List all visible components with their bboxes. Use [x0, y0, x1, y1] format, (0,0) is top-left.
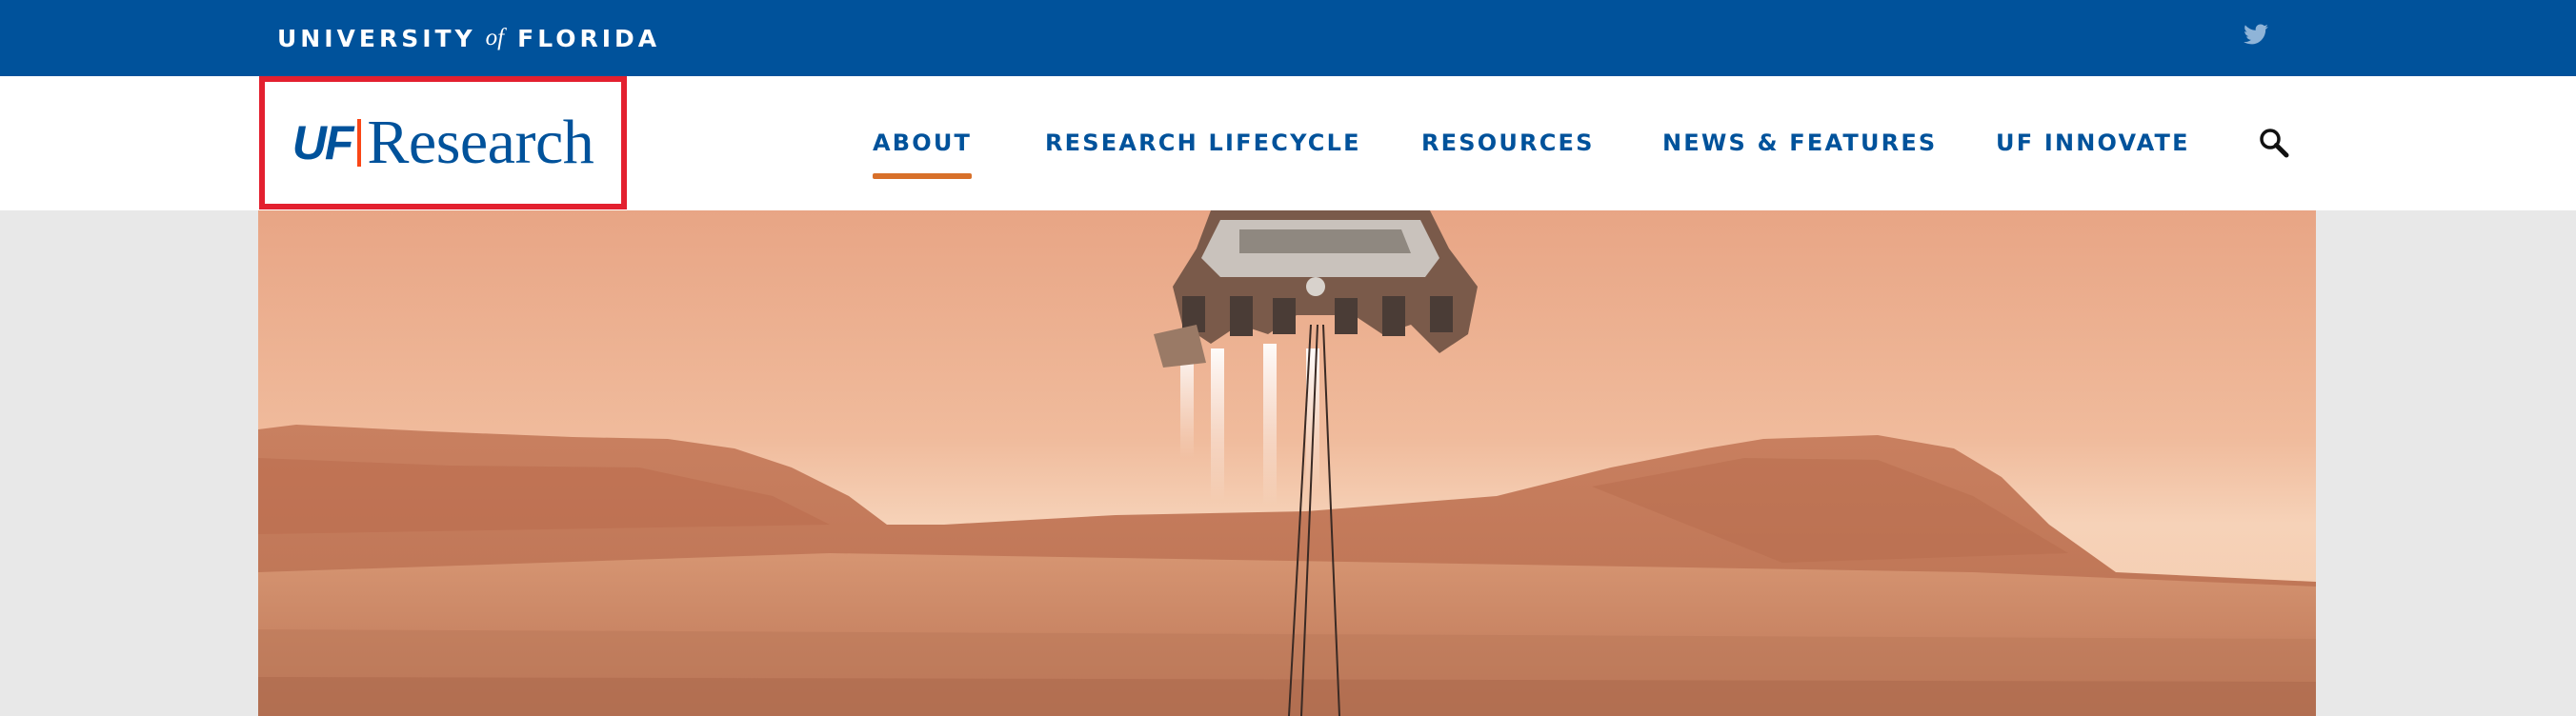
- wordmark-florida: FLORIDA: [517, 24, 661, 52]
- logo-separator: [357, 119, 362, 167]
- nav-item-news-features[interactable]: NEWS & FEATURES: [1662, 124, 1937, 162]
- university-of-florida-wordmark[interactable]: UNIVERSITY of FLORIDA: [277, 23, 660, 53]
- hero-image: [258, 210, 2316, 716]
- uf-research-logo[interactable]: UF Research: [259, 76, 627, 209]
- search-icon[interactable]: [2258, 127, 2290, 159]
- logo-research: Research: [367, 108, 594, 177]
- wordmark-of: of: [485, 25, 505, 50]
- twitter-icon[interactable]: [2243, 21, 2269, 48]
- logo-lockup: UF Research: [292, 107, 594, 179]
- wordmark-university: UNIVERSITY: [277, 24, 476, 52]
- nav-item-resources[interactable]: RESOURCES: [1421, 124, 1595, 162]
- nav-item-about[interactable]: ABOUT: [873, 124, 973, 179]
- top-bar: UNIVERSITY of FLORIDA: [0, 0, 2576, 76]
- nav-item-uf-innovate[interactable]: UF INNOVATE: [1996, 124, 2190, 162]
- nav-item-research-lifecycle[interactable]: RESEARCH LIFECYCLE: [1045, 124, 1361, 162]
- mars-landing-illustration: [258, 210, 2316, 716]
- logo-uf: UF: [292, 116, 354, 169]
